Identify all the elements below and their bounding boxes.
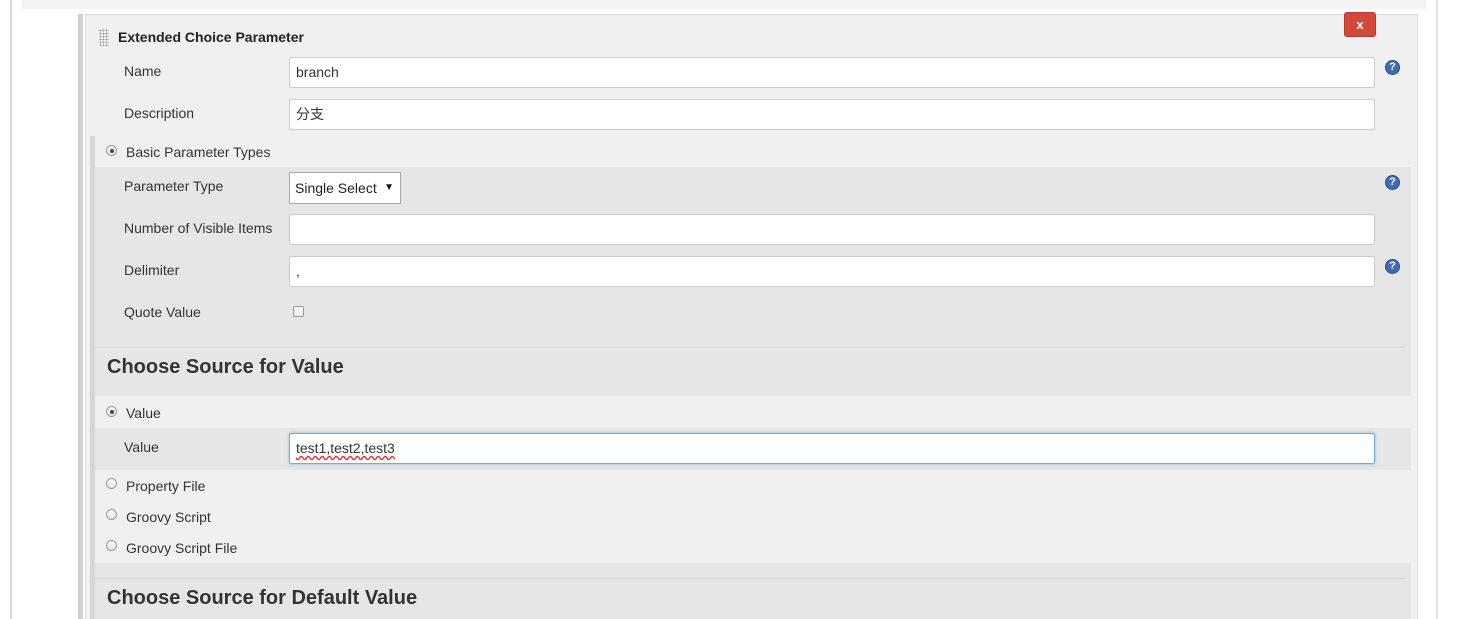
visible-items-input[interactable] (289, 214, 1375, 245)
groovy-script-radio[interactable] (106, 509, 117, 520)
groovy-script-label: Groovy Script (126, 509, 211, 525)
help-icon[interactable]: ? (1385, 175, 1400, 190)
description-input[interactable]: 分支 (289, 99, 1375, 130)
groovy-script-file-label: Groovy Script File (126, 540, 238, 556)
value-source-heading: Choose Source for Value (107, 356, 344, 378)
default-source-heading: Choose Source for Default Value (107, 587, 418, 609)
description-label: Description (124, 105, 195, 121)
quote-value-label: Quote Value (124, 304, 201, 320)
help-icon[interactable]: ? (1385, 259, 1400, 274)
delete-parameter-button[interactable]: x (1344, 12, 1376, 37)
groovy-script-file-radio[interactable] (106, 540, 117, 551)
basic-parameter-types-radio[interactable] (106, 145, 117, 156)
delimiter-input[interactable]: , (289, 256, 1375, 287)
drag-handle-icon[interactable] (99, 29, 109, 46)
chevron-down-icon: ▼ (384, 182, 394, 193)
property-file-label: Property File (126, 478, 206, 494)
section-divider (95, 347, 1405, 348)
help-icon[interactable]: ? (1385, 60, 1400, 75)
basic-parameter-types-label: Basic Parameter Types (126, 144, 271, 160)
property-file-radio[interactable] (106, 478, 117, 489)
value-input-text: test1,test2,test3 (296, 440, 395, 456)
visible-items-label: Number of Visible Items (124, 220, 273, 236)
value-radio[interactable] (106, 406, 117, 417)
name-label: Name (124, 63, 162, 79)
value-input[interactable]: test1,test2,test3 (289, 433, 1375, 464)
parameter-type-value: Single Select (295, 180, 377, 196)
name-input[interactable]: branch (289, 57, 1375, 88)
value-field-label: Value (124, 439, 159, 455)
section-divider (95, 578, 1405, 579)
delimiter-label: Delimiter (124, 262, 180, 278)
parameter-block-bar (78, 14, 83, 619)
top-strip (22, 0, 1426, 9)
quote-value-checkbox[interactable] (293, 306, 304, 317)
parameter-type-select[interactable]: Single Select ▼ (289, 172, 401, 204)
value-radio-label: Value (126, 405, 161, 421)
panel-title: Extended Choice Parameter (118, 29, 304, 45)
parameter-type-label: Parameter Type (124, 178, 224, 194)
